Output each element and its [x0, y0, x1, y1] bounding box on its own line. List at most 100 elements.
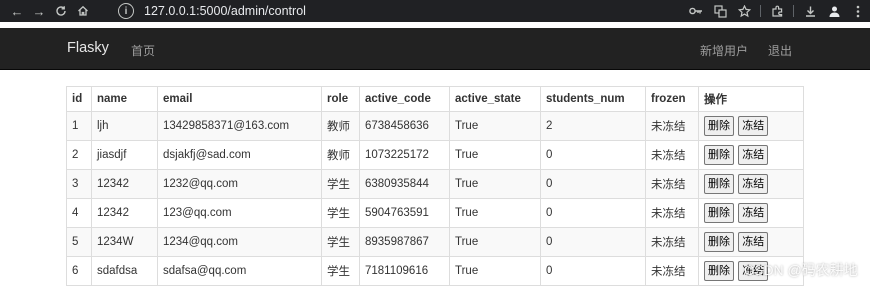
- cell-name: 12342: [91, 198, 158, 228]
- delete-button[interactable]: 删除: [704, 261, 734, 281]
- cell-active-code: 6380935844: [359, 169, 450, 199]
- cell-actions: 删除 冻结: [698, 198, 804, 228]
- cell-actions: 删除 冻结: [698, 111, 804, 141]
- cell-email: dsjakfj@sad.com: [157, 140, 322, 170]
- cell-frozen: 未冻结: [645, 227, 699, 257]
- table-row: 6 sdafdsa sdafsa@qq.com 学生 7181109616 True 0 未冻…: [66, 256, 804, 286]
- cell-id: 1: [66, 111, 92, 141]
- cell-email: 13429858371@163.com: [157, 111, 322, 141]
- cell-frozen: 未冻结: [645, 111, 699, 141]
- table-row: 4 12342 123@qq.com 学生 5904763591 True 0 未冻结 删除 冻…: [66, 198, 804, 228]
- cell-id: 2: [66, 140, 92, 170]
- forward-icon[interactable]: →: [28, 0, 50, 22]
- cell-actions: 删除 冻结: [698, 169, 804, 199]
- brand-link[interactable]: Flasky: [67, 40, 109, 56]
- cell-students-num: 2: [540, 111, 646, 141]
- table-row: 3 12342 1232@qq.com 学生 6380935844 True 0 未冻结 删除 …: [66, 169, 804, 199]
- cell-email: 1232@qq.com: [157, 169, 322, 199]
- header-email: email: [157, 86, 322, 112]
- key-icon[interactable]: [684, 0, 708, 22]
- nav-home-link[interactable]: 首页: [131, 42, 155, 59]
- cell-active-state: True: [449, 227, 541, 257]
- delete-button[interactable]: 删除: [704, 145, 734, 165]
- address-bar[interactable]: i 127.0.0.1:5000/admin/control: [118, 2, 306, 20]
- cell-active-state: True: [449, 140, 541, 170]
- cell-role: 教师: [321, 111, 360, 141]
- header-actions: 操作: [698, 86, 804, 112]
- cell-active-code: 1073225172: [359, 140, 450, 170]
- freeze-button[interactable]: 冻结: [738, 232, 769, 252]
- cell-id: 4: [66, 198, 92, 228]
- cell-id: 6: [66, 256, 92, 286]
- cell-name: sdafdsa: [91, 256, 158, 286]
- browser-toolbar: ← → i 127.0.0.1:5000/admin/control: [0, 0, 870, 22]
- download-icon[interactable]: [798, 0, 822, 22]
- home-icon[interactable]: [72, 0, 94, 22]
- cell-name: ljh: [91, 111, 158, 141]
- cell-frozen: 未冻结: [645, 256, 699, 286]
- table-header-row: id name email role active_code active_st…: [66, 86, 804, 112]
- cell-students-num: 0: [540, 227, 646, 257]
- cell-actions: 删除 冻结: [698, 140, 804, 170]
- bookmark-star-icon[interactable]: [732, 0, 756, 22]
- translate-icon[interactable]: [708, 0, 732, 22]
- delete-button[interactable]: 删除: [704, 203, 734, 223]
- table-body: 1 ljh 13429858371@163.com 教师 6738458636 True 2…: [66, 111, 804, 286]
- freeze-button[interactable]: 冻结: [738, 174, 769, 194]
- header-id: id: [66, 86, 92, 112]
- watermark: CSDN @码农耕地: [744, 262, 858, 278]
- header-students-num: students_num: [540, 86, 646, 112]
- extensions-icon[interactable]: [765, 0, 789, 22]
- back-icon[interactable]: ←: [6, 0, 28, 22]
- nav-add-user-link[interactable]: 新增用户: [700, 42, 748, 59]
- more-menu-icon[interactable]: [846, 0, 870, 22]
- cell-active-code: 5904763591: [359, 198, 450, 228]
- cell-role: 学生: [321, 227, 360, 257]
- nav-logout-link[interactable]: 退出: [768, 42, 792, 59]
- cell-email: sdafsa@qq.com: [157, 256, 322, 286]
- cell-frozen: 未冻结: [645, 140, 699, 170]
- delete-button[interactable]: 删除: [704, 116, 734, 136]
- cell-students-num: 0: [540, 198, 646, 228]
- freeze-button[interactable]: 冻结: [738, 116, 769, 136]
- freeze-button[interactable]: 冻结: [738, 145, 769, 165]
- cell-role: 学生: [321, 198, 360, 228]
- cell-name: jiasdjf: [91, 140, 158, 170]
- cell-active-state: True: [449, 111, 541, 141]
- header-active-state: active_state: [449, 86, 541, 112]
- freeze-button[interactable]: 冻结: [738, 203, 769, 223]
- cell-email: 123@qq.com: [157, 198, 322, 228]
- app-navbar: Flasky 首页 新增用户 退出: [0, 28, 870, 70]
- cell-frozen: 未冻结: [645, 198, 699, 228]
- cell-active-state: True: [449, 169, 541, 199]
- table-row: 1 ljh 13429858371@163.com 教师 6738458636 True 2…: [66, 111, 804, 141]
- cell-email: 1234@qq.com: [157, 227, 322, 257]
- delete-button[interactable]: 删除: [704, 174, 734, 194]
- table-row: 2 jiasdjf dsjakfj@sad.com 教师 1073225172 True 0…: [66, 140, 804, 170]
- delete-button[interactable]: 删除: [704, 232, 734, 252]
- cell-id: 5: [66, 227, 92, 257]
- user-table: id name email role active_code active_st…: [66, 86, 804, 286]
- cell-role: 教师: [321, 140, 360, 170]
- toolbar-divider: [760, 5, 761, 17]
- header-name: name: [91, 86, 158, 112]
- header-frozen: frozen: [645, 86, 699, 112]
- cell-active-state: True: [449, 198, 541, 228]
- header-active-code: active_code: [359, 86, 450, 112]
- cell-role: 学生: [321, 169, 360, 199]
- browser-actions: [684, 0, 870, 22]
- url-text[interactable]: 127.0.0.1:5000/admin/control: [144, 4, 306, 18]
- cell-role: 学生: [321, 256, 360, 286]
- site-info-icon[interactable]: i: [118, 3, 134, 19]
- profile-icon[interactable]: [822, 0, 846, 22]
- cell-name: 12342: [91, 169, 158, 199]
- cell-students-num: 0: [540, 256, 646, 286]
- cell-students-num: 0: [540, 140, 646, 170]
- cell-id: 3: [66, 169, 92, 199]
- reload-icon[interactable]: [50, 0, 72, 22]
- cell-active-code: 8935987867: [359, 227, 450, 257]
- toolbar-divider: [793, 5, 794, 17]
- table-row: 5 1234W 1234@qq.com 学生 8935987867 True 0 未冻结 删除 …: [66, 227, 804, 257]
- cell-active-state: True: [449, 256, 541, 286]
- header-role: role: [321, 86, 360, 112]
